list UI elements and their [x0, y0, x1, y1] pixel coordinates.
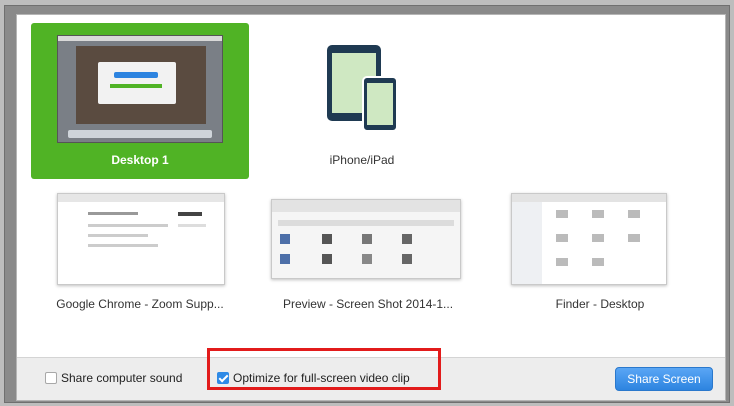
share-sound-label: Share computer sound [61, 371, 183, 385]
share-screen-dialog: Desktop 1 iPhone/iPad Google Chrome - Zo… [16, 14, 726, 401]
tablet-phone-icon [327, 45, 399, 131]
share-screen-button[interactable]: Share Screen [615, 367, 713, 391]
share-sound-checkbox[interactable] [45, 372, 57, 384]
finder-thumbnail [511, 193, 667, 285]
options-bar: Share computer sound Optimize for full-s… [17, 348, 725, 400]
tile-google-chrome[interactable]: Google Chrome - Zoom Supp... [31, 185, 249, 315]
optimize-video-checkbox[interactable] [217, 372, 229, 384]
preview-thumbnail [271, 199, 461, 279]
tile-label: Preview - Screen Shot 2014-1... [282, 297, 454, 311]
tile-label: Google Chrome - Zoom Supp... [56, 297, 224, 311]
tile-label: iPhone/iPad [329, 153, 395, 167]
tile-iphone-ipad[interactable]: iPhone/iPad [253, 23, 471, 179]
desktop-thumbnail [57, 35, 223, 143]
tile-label: Finder - Desktop [555, 297, 645, 311]
browser-thumbnail [57, 193, 225, 285]
tile-label: Desktop 1 [111, 153, 169, 167]
tile-desktop-1[interactable]: Desktop 1 [31, 23, 249, 179]
tile-finder[interactable]: Finder - Desktop [491, 185, 709, 315]
optimize-video-label: Optimize for full-screen video clip [233, 371, 410, 385]
tile-preview[interactable]: Preview - Screen Shot 2014-1... [253, 185, 483, 315]
